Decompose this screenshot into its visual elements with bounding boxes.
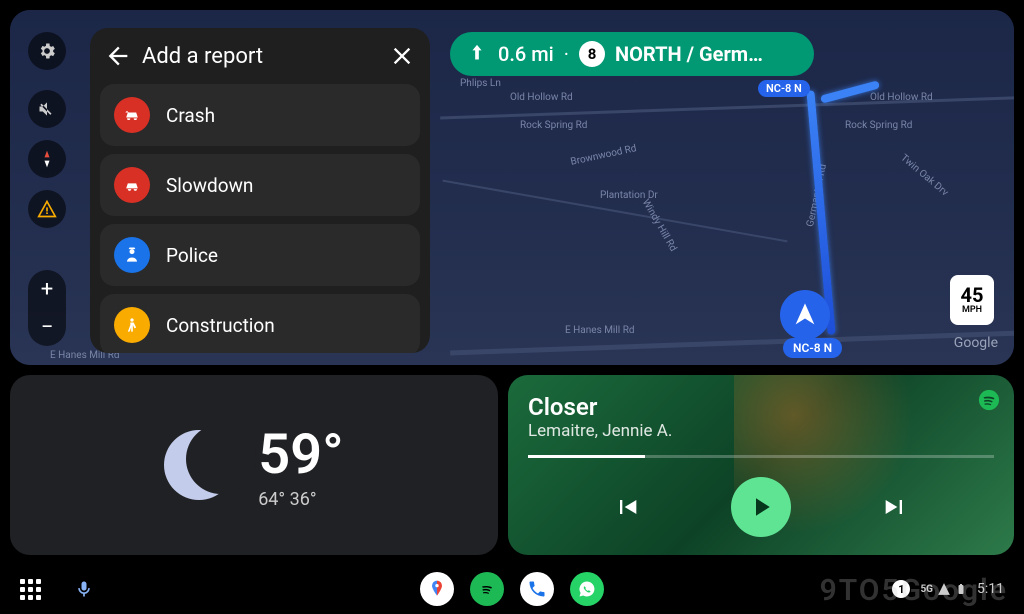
speed-limit-unit: MPH (962, 305, 982, 315)
speed-limit-sign: 45 MPH (950, 275, 994, 325)
map-attribution: Google (954, 335, 998, 351)
compass-icon (37, 149, 57, 169)
report-item-slowdown[interactable]: Slowdown (100, 154, 420, 216)
route-number-badge: 8 (579, 41, 605, 67)
report-header: Add a report (90, 28, 430, 84)
track-artist: Lemaitre, Jennie A. (528, 421, 994, 441)
report-item-police[interactable]: Police (100, 224, 420, 286)
straight-arrow-icon (466, 43, 488, 65)
nav-center (420, 572, 604, 606)
skip-next-icon (881, 493, 909, 521)
direction-road-name: NORTH / Germ… (615, 42, 798, 66)
close-icon (388, 42, 416, 70)
temperature-current: 59° (258, 421, 344, 487)
road-label: Rock Spring Rd (520, 120, 587, 131)
warning-icon (37, 199, 57, 219)
nav-left (20, 572, 101, 606)
report-item-construction[interactable]: Construction (100, 294, 420, 353)
microphone-icon (74, 579, 94, 599)
temperature-range: 64° 36° (258, 489, 316, 510)
road-label: Old Hollow Rd (510, 92, 573, 103)
zoom-out-button[interactable]: − (28, 308, 66, 346)
nav-right: 1 5G 5:11 (892, 580, 1004, 598)
report-title: Add a report (142, 44, 388, 69)
report-item-label: Police (166, 244, 218, 267)
gear-icon (37, 41, 57, 61)
speed-limit-value: 45 (961, 285, 984, 305)
route-pill-label: NC-8 N (766, 82, 802, 95)
notification-count-badge[interactable]: 1 (892, 580, 910, 598)
road-label: Rock Spring Rd (845, 120, 912, 131)
direction-banner[interactable]: 0.6 mi · 8 NORTH / Germ… (450, 32, 814, 76)
clock: 5:11 (977, 581, 1004, 597)
map-view[interactable]: Old Hollow Rd Old Hollow Rd Rock Spring … (10, 10, 1014, 365)
report-button[interactable] (28, 190, 66, 228)
arrow-left-icon (104, 42, 132, 70)
vehicle-marker (780, 290, 830, 340)
maps-app-button[interactable] (420, 572, 454, 606)
route-pill-label: NC-8 N (793, 341, 832, 355)
direction-distance: 0.6 mi (498, 42, 554, 66)
network-type: 5G (920, 584, 933, 595)
road-label: E Hanes Mill Rd (565, 325, 635, 336)
next-track-button[interactable] (881, 493, 909, 521)
music-controls (528, 468, 994, 545)
police-icon (114, 237, 150, 273)
slowdown-icon (114, 167, 150, 203)
route-pill-bottom: NC-8 N (783, 338, 842, 358)
battery-icon (955, 582, 967, 596)
progress-bar[interactable] (528, 455, 994, 458)
zoom-controls: + − (28, 270, 66, 346)
nav-bar: 1 5G 5:11 (0, 564, 1024, 614)
compass-button[interactable] (28, 140, 66, 178)
back-button[interactable] (104, 42, 132, 70)
road-label: Phlips Ln (460, 78, 501, 89)
crash-icon (114, 97, 150, 133)
weather-card[interactable]: 59° 64° 36° (10, 375, 498, 555)
whatsapp-app-button[interactable] (570, 572, 604, 606)
construction-icon (114, 307, 150, 343)
speaker-muted-icon (37, 99, 57, 119)
report-panel: Add a report Crash Slowdown (90, 28, 430, 353)
weather-text: 59° 64° 36° (258, 421, 344, 510)
report-item-crash[interactable]: Crash (100, 84, 420, 146)
play-icon (746, 492, 776, 522)
temperature-high: 64° (258, 489, 285, 510)
zoom-in-button[interactable]: + (28, 270, 66, 308)
report-item-label: Crash (166, 104, 215, 127)
route-pill-top: NC-8 N (758, 80, 810, 97)
maps-icon (427, 579, 447, 599)
track-title: Closer (528, 393, 994, 421)
skip-previous-icon (613, 493, 641, 521)
close-button[interactable] (388, 42, 416, 70)
spotify-app-button[interactable] (470, 572, 504, 606)
mute-button[interactable] (28, 90, 66, 128)
progress-fill (528, 455, 645, 458)
report-item-label: Construction (166, 314, 275, 337)
previous-track-button[interactable] (613, 493, 641, 521)
voice-assistant-button[interactable] (67, 572, 101, 606)
report-item-label: Slowdown (166, 174, 253, 197)
temperature-low: 36° (290, 489, 317, 510)
signal-icon (937, 582, 951, 596)
settings-button[interactable] (28, 32, 66, 70)
report-list[interactable]: Crash Slowdown Police (90, 84, 430, 353)
spotify-icon (477, 579, 497, 599)
app-launcher-button[interactable] (20, 579, 41, 600)
phone-app-button[interactable] (520, 572, 554, 606)
separator: · (564, 42, 569, 66)
play-button[interactable] (731, 477, 791, 537)
moon-icon (164, 430, 234, 500)
road-label: Old Hollow Rd (870, 92, 933, 103)
phone-icon (527, 579, 547, 599)
music-card[interactable]: Closer Lemaitre, Jennie A. (508, 375, 1014, 555)
status-indicators: 5G (920, 582, 967, 596)
whatsapp-icon (577, 579, 597, 599)
